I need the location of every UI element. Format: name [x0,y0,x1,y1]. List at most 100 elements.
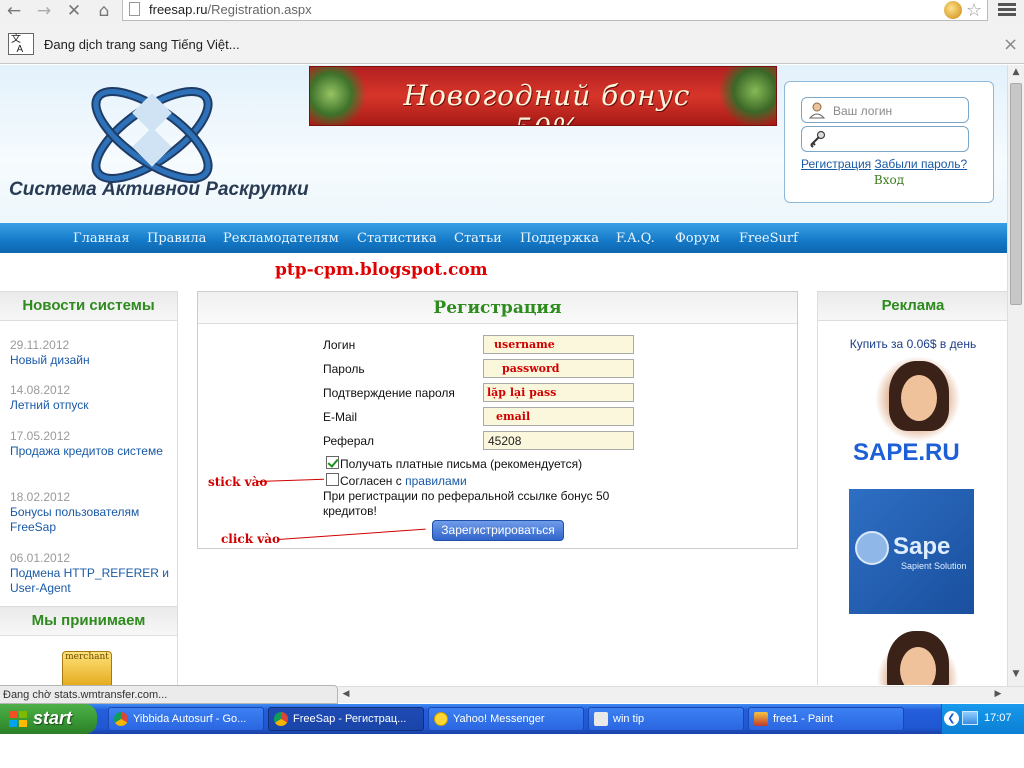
infobar-close-icon[interactable]: × [1003,34,1018,55]
ad-logo-text: SAPE.RU [853,439,960,466]
taskbar-item-wintip[interactable]: win tip [588,707,744,731]
form-title: Регистрация [198,292,797,324]
ads-column: Реклама Купить за 0.06$ в день SAPE.RU S… [817,291,1007,685]
nav-support[interactable]: Поддержка [520,231,599,246]
annotation-confirm: lặp lại pass [487,386,557,399]
nav-forum[interactable]: Форум [675,231,720,246]
news-item[interactable]: 17.05.2012 Продажа кредитов системе [10,429,170,459]
notepad-icon [594,712,608,726]
network-icon[interactable] [962,711,978,725]
nav-statistics[interactable]: Статистика [357,231,437,246]
scroll-left-icon[interactable]: ◀ [340,689,352,701]
page-icon [129,2,140,16]
nav-freesurf[interactable]: FreeSurf [739,231,798,246]
paid-mail-label: Получать платные письма (рекомендуется) [340,457,583,471]
translate-infobar: 文 A Đang dịch trang sang Tiếng Việt... × [0,24,1024,64]
scroll-down-icon[interactable]: ▼ [1010,669,1022,681]
referral-bonus-note: При регистрации по реферальной ссылке бо… [323,489,610,518]
agree-rules-checkbox[interactable] [326,473,339,486]
browser-toolbar: ← → ✕ ⌂ freesap.ru/Registration.aspx ☆ [0,0,1024,24]
confirm-password-field[interactable]: lặp lại pass [483,383,634,402]
home-icon[interactable]: ⌂ [94,1,114,21]
registration-form: Регистрация Логин username Пароль passwo… [197,291,798,549]
main-nav: Главная Правила Рекламодателям Статистик… [0,223,1007,253]
ad-banner-sapient[interactable]: Sape Sapient Solution [849,489,974,614]
annotation-email: email [496,410,531,423]
vertical-scrollbar[interactable]: ▲ ▼ [1007,65,1024,687]
windows-flag-icon [9,711,27,727]
scroll-right-icon[interactable]: ▶ [992,689,1004,701]
news-heading: Новости системы [0,291,177,321]
extension-icon[interactable] [944,1,962,19]
forgot-password-link[interactable]: Забыли пароль? [875,157,968,171]
scroll-thumb[interactable] [1010,83,1022,305]
promo-banner[interactable]: Новогодний бонус 50% [309,66,777,126]
forward-arrow-icon[interactable]: → [34,1,54,21]
login-label: Логин [323,338,356,352]
bookmark-star-icon[interactable]: ☆ [966,0,982,21]
banner-text: Новогодний бонус 50% [403,79,691,125]
password-input[interactable] [801,126,969,152]
nav-advertisers[interactable]: Рекламодателям [223,231,339,246]
site-logo-text[interactable]: Система Активной Раскрутки [9,179,309,201]
nav-home[interactable]: Главная [73,231,130,246]
login-box: Ваш логин Регистрация Забыли пароль? Вхо… [784,81,994,203]
taskbar-item-yahoo[interactable]: Yahoo! Messenger [428,707,584,731]
back-arrow-icon[interactable]: ← [4,1,24,21]
taskbar: start Yibbida Autosurf - Go... FreeSap -… [0,704,1024,734]
annotation-stick: stick vào [208,475,268,489]
nav-articles[interactable]: Статьи [454,231,502,246]
system-tray: ❮ 17:07 [941,704,1024,734]
ads-caption-link[interactable]: Купить за 0.06$ в день [818,337,1007,351]
rules-link[interactable]: правилами [405,474,467,488]
taskbar-item-paint[interactable]: free1 - Paint [748,707,904,731]
key-icon [810,130,826,148]
column-divider [177,291,178,685]
taskbar-item-freesap[interactable]: FreeSap - Регистрац... [268,707,424,731]
banner-decoration-right [706,67,776,125]
news-item[interactable]: 29.11.2012 Новый дизайн [10,338,170,368]
taskbar-item-chrome[interactable]: Yibbida Autosurf - Go... [108,707,264,731]
news-item[interactable]: 06.01.2012 Подмена HTTP_REFERER и User-Ag… [10,551,170,596]
ad-photo-face [900,647,936,685]
url-text: freesap.ru/Registration.aspx [149,2,312,17]
annotation-click: click vào [221,532,280,546]
browser-menu-icon[interactable] [998,1,1016,19]
paid-mail-checkbox[interactable] [326,456,339,469]
email-label: E-Mail [323,410,358,424]
login-button[interactable]: Вход [785,173,993,187]
nav-rules[interactable]: Правила [147,231,206,246]
news-item[interactable]: 18.02.2012 Бонусы пользователям FreeSap [10,490,170,535]
login-field[interactable]: username [483,335,634,354]
register-link[interactable]: Регистрация [801,157,871,171]
merchant-logo[interactable]: merchant [62,651,112,685]
ad-banner-sape[interactable]: SAPE.RU [849,355,974,480]
news-item[interactable]: 14.08.2012 Летний отпуск [10,383,170,413]
stop-icon[interactable]: ✕ [64,1,84,21]
horizontal-scrollbar[interactable]: ◀ ▶ [338,686,1024,703]
nav-faq[interactable]: F.A.Q. [616,231,655,246]
password-label: Пароль [323,362,365,376]
translate-message: Đang dịch trang sang Tiếng Việt... [44,37,240,52]
smiley-icon [434,712,448,726]
referral-field[interactable]: 45208 [483,431,634,450]
ads-heading: Реклама [818,291,1007,321]
status-bar: Đang chờ stats.wmtransfer.com... [0,685,338,704]
payment-heading: Мы принимаем [0,606,177,636]
address-bar[interactable]: freesap.ru/Registration.aspx [122,0,988,21]
chrome-icon [274,712,288,726]
ad-logo-text: Sape [893,533,951,560]
login-input[interactable]: Ваш логин [801,97,969,123]
annotation-blog-url: ptp-cpm.blogspot.com [275,260,488,280]
email-field[interactable]: email [483,407,634,426]
scroll-up-icon[interactable]: ▲ [1010,67,1022,79]
password-field[interactable]: password [483,359,634,378]
ad-banner-photo[interactable] [849,623,974,685]
register-button[interactable]: Зарегистрироваться [432,520,564,541]
brain-icon [855,531,889,565]
site-logo-icon[interactable] [80,83,230,193]
annotation-password: password [502,362,560,375]
page-viewport: Система Активной Раскрутки Новогодний бо… [0,65,1007,685]
start-button[interactable]: start [0,704,97,734]
tray-expand-icon[interactable]: ❮ [944,711,959,726]
